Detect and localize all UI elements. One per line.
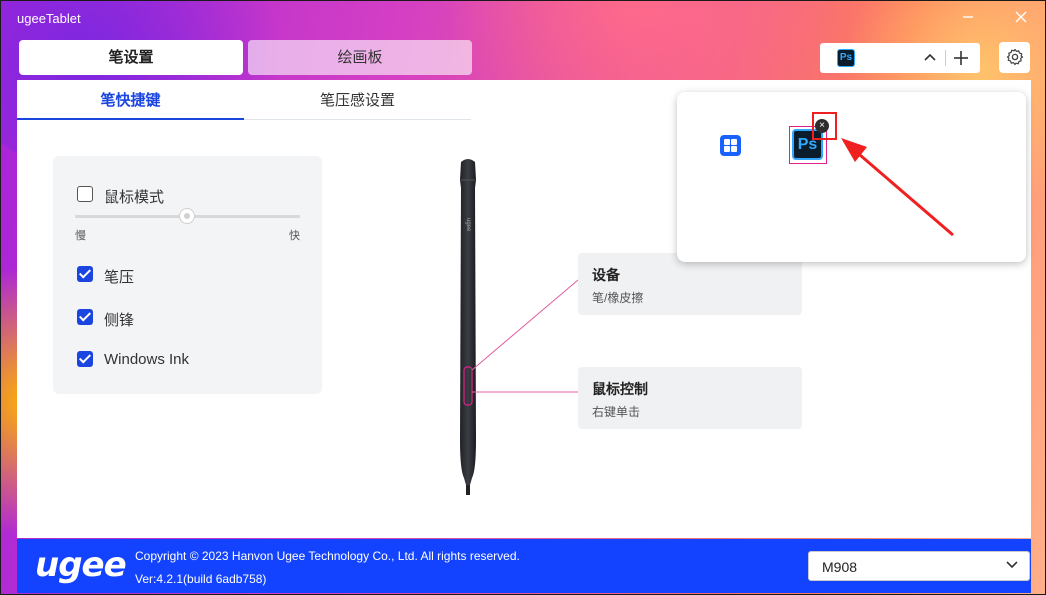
tab-drawing-tablet[interactable]: 绘画板: [248, 40, 472, 75]
app-selector-toggle[interactable]: [920, 46, 940, 70]
chevron-up-icon: [924, 53, 936, 61]
brand-logo: ugee: [35, 545, 127, 585]
minimize-button[interactable]: [954, 5, 982, 29]
divider: [945, 50, 946, 66]
chevron-down-icon: [1005, 557, 1019, 574]
device-dropdown[interactable]: M908: [808, 551, 1030, 581]
photoshop-icon: Ps: [837, 49, 855, 67]
all-apps-grid-icon[interactable]: [720, 135, 741, 156]
pen-tip: [466, 485, 470, 495]
settings-button[interactable]: [999, 42, 1030, 73]
upper-button-subtitle: 笔/橡皮擦: [592, 291, 644, 305]
pen-brand-text: ugee: [465, 218, 471, 232]
copyright-text: Copyright © 2023 Hanvon Ugee Technology …: [135, 549, 520, 563]
app-selector[interactable]: Ps: [820, 43, 980, 73]
lower-button-action[interactable]: 鼠标控制 右键单击: [578, 367, 802, 429]
plus-icon: [954, 51, 968, 65]
annotation-highlight-box: [812, 112, 837, 140]
device-value: M908: [822, 559, 858, 575]
add-app-button[interactable]: [950, 46, 972, 70]
minimize-icon: [963, 16, 973, 18]
close-button[interactable]: [1007, 5, 1035, 29]
close-icon: [1015, 11, 1027, 23]
tab-pen-settings[interactable]: 笔设置: [19, 40, 243, 75]
gear-icon: [1006, 48, 1023, 66]
lower-button-title: 鼠标控制: [592, 381, 648, 397]
upper-button-action[interactable]: 设备 笔/橡皮擦: [578, 253, 802, 315]
version-text: Ver:4.2.1(build 6adb758): [135, 572, 267, 586]
footer-bar: ugee Copyright © 2023 Hanvon Ugee Techno…: [17, 539, 1031, 593]
upper-button-title: 设备: [592, 267, 620, 283]
lower-button-subtitle: 右键单击: [592, 405, 641, 419]
app-window: ugeeTablet 笔设置 绘画板 Ps 笔快捷键 笔压感设置 鼠标模式 慢: [0, 0, 1046, 595]
app-list-popup: Ps ×: [677, 92, 1026, 262]
window-title: ugeeTablet: [17, 11, 81, 26]
